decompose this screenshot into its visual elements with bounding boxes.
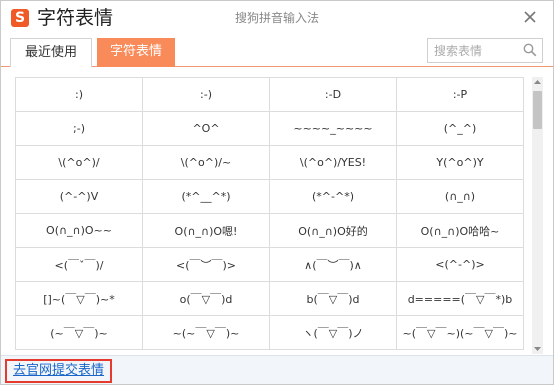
emoticon-cell[interactable]: Y(^o^)Y [396,145,524,180]
emoticon-cell[interactable]: (*^-^*) [269,179,397,214]
scroll-thumb[interactable] [533,91,542,129]
emoticon-panel: :):-):-D:-P ;-) ^O^ ~~~~_~~~~ (^_^) \(^o^)/\(… [1,67,553,354]
emoticon-cell[interactable]: (*^__^*) [142,179,270,214]
emoticon-cell[interactable]: O(∩_∩)O嗯! [142,213,270,248]
emoticon-cell[interactable]: :-P [396,77,524,112]
emoticon-cell[interactable]: (~￣▽￣)~ [15,315,143,350]
emoticon-cell[interactable]: :) [15,77,143,112]
emoticon-cell[interactable]: O(∩_∩)O好的 [269,213,397,248]
emoticon-cell[interactable]: <(￣ˇ￣)/ [15,247,143,282]
close-icon[interactable] [521,8,539,26]
emoticon-cell[interactable]: \(^o^)/ [15,145,143,180]
emoticon-window: S 字符表情 搜狗拼音输入法 最近使用 字符表情 :):-):-D:-P;-)^… [0,0,554,385]
vertical-scrollbar[interactable] [532,77,543,354]
emoticon-cell[interactable]: d=====(￣▽￣*)b [396,281,524,316]
emoticon-row: (~￣▽￣)~ ~(~￣▽￣)~ ヽ(￣▽￣)ノ ~(￣▽￣~)(~￣▽￣)~ [15,315,524,350]
emoticon-row: (^-^)V (*^__^*) (*^-^*) (∩_∩) [15,179,524,214]
emoticon-row: ;-) ^O^ ~~~~_~~~~ (^_^) [15,111,524,146]
emoticon-cell[interactable]: ヽ(￣▽￣)ノ [269,315,397,350]
emoticon-cell[interactable]: O(∩_∩)O哈哈~ [396,213,524,248]
emoticon-cell[interactable]: <(￣︶￣)> [142,247,270,282]
emoticon-cell[interactable]: \(^o^)/YES! [269,145,397,180]
emoticon-cell[interactable]: b(￣▽￣)d [269,281,397,316]
emoticon-row: O(∩_∩)O~~ O(∩_∩)O嗯! O(∩_∩)O好的 O(∩_∩)O哈哈~ [15,213,524,248]
emoticon-row: <(￣ˇ￣)/<(￣︶￣)> ∧(￣︶￣)∧ <(^-^)> [15,247,524,282]
emoticon-cell[interactable]: (∩_∩) [396,179,524,214]
emoticon-cell[interactable]: ~(￣▽￣~)(~￣▽￣)~ [396,315,524,350]
emoticon-cell[interactable]: []~(￣▽￣)~* [15,281,143,316]
search-input[interactable] [428,39,520,62]
emoticon-cell[interactable]: ∧(￣︶￣)∧ [269,247,397,282]
emoticon-row: []~(￣▽￣)~* o(￣▽￣)d b(￣▽￣)d d=====(￣▽￣*)b [15,281,524,316]
scroll-down-arrow-icon[interactable] [532,343,543,354]
emoticon-row: :):-):-D:-P [15,77,524,112]
emoticon-cell[interactable]: (^_^) [396,111,524,146]
emoticon-grid: :):-):-D:-P ;-) ^O^ ~~~~_~~~~ (^_^) \(^o^)/\(… [15,77,524,350]
emoticon-cell[interactable]: o(￣▽￣)d [142,281,270,316]
emoticon-cell[interactable]: :-D [269,77,397,112]
emoticon-cell[interactable]: \(^o^)/~ [142,145,270,180]
scroll-up-arrow-icon[interactable] [532,77,543,88]
submit-emoticon-link[interactable]: 去官网提交表情 [5,359,113,383]
emoticon-cell[interactable]: ^O^ [142,111,270,146]
title-bar: S 字符表情 搜狗拼音输入法 [1,1,553,35]
emoticon-cell[interactable]: ~(~￣▽￣)~ [142,315,270,350]
emoticon-row: \(^o^)/\(^o^)/~ \(^o^)/YES! Y(^o^)Y [15,145,524,180]
search-icon[interactable] [523,43,537,57]
emoticon-cell[interactable]: ~~~~_~~~~ [269,111,397,146]
emoticon-cell[interactable]: O(∩_∩)O~~ [15,213,143,248]
search-box [427,38,543,63]
emoticon-cell[interactable]: :-) [142,77,270,112]
emoticon-cell[interactable]: <(^-^)> [396,247,524,282]
tab-emoticons[interactable]: 字符表情 [97,38,175,67]
emoticon-cell[interactable]: (^-^)V [15,179,143,214]
emoticon-cell[interactable]: ;-) [15,111,143,146]
footer-bar: 去官网提交表情 [1,355,553,384]
tab-recent[interactable]: 最近使用 [10,38,92,67]
window-subtitle: 搜狗拼音输入法 [234,11,319,25]
